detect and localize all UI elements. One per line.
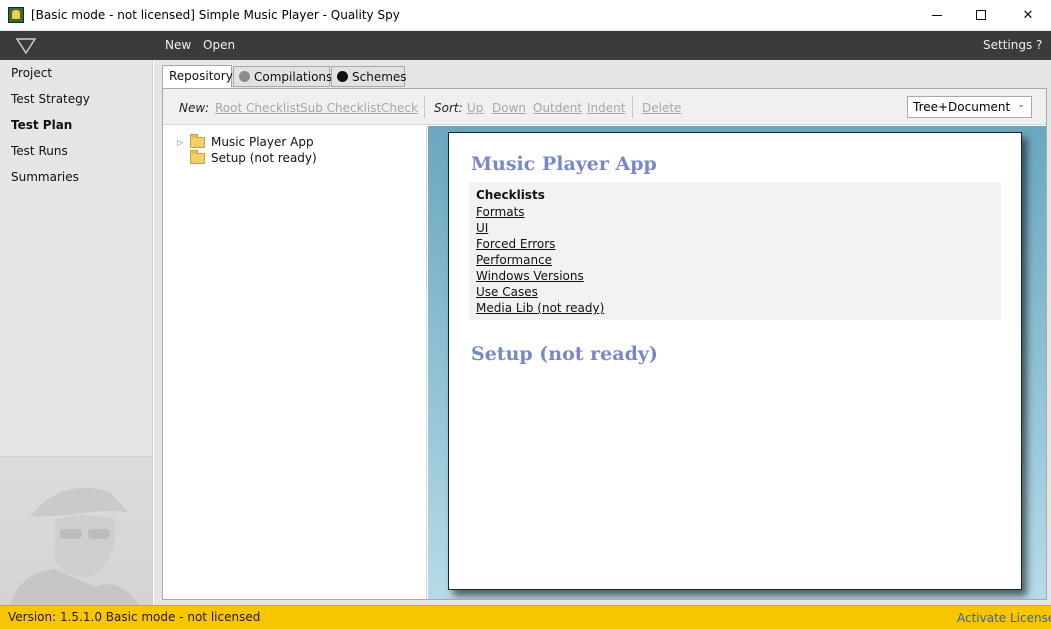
doc-link-use-cases[interactable]: Use Cases: [476, 284, 994, 300]
indent-button[interactable]: Indent: [587, 101, 625, 115]
view-mode-value: Tree+Document: [913, 100, 1011, 114]
compilations-dot-icon: [239, 71, 250, 82]
toolbar-new-label: New:: [179, 101, 210, 115]
tree-item[interactable]: Setup (not ready): [177, 149, 317, 166]
doc-link-ui[interactable]: UI: [476, 220, 994, 236]
close-icon: ✕: [1022, 7, 1034, 23]
doc-link-media-lib[interactable]: Media Lib (not ready): [476, 300, 994, 316]
logo-triangle-icon[interactable]: [16, 38, 36, 54]
toolbar-divider: [632, 96, 633, 118]
toolbar: New: Root Checklist Sub Checklist Check …: [163, 89, 1046, 125]
document-preview: Music Player App Checklists Formats UI F…: [428, 126, 1046, 599]
doc-link-performance[interactable]: Performance: [476, 252, 994, 268]
repository-panel: New: Root Checklist Sub Checklist Check …: [162, 88, 1047, 600]
root-checklist-button[interactable]: Root Checklist: [215, 101, 301, 115]
schemes-dot-icon: [337, 71, 348, 82]
sidebar-item-project[interactable]: Project: [11, 66, 52, 80]
sidebar-item-summaries[interactable]: Summaries: [11, 170, 79, 184]
minimize-icon: [932, 14, 942, 16]
title-bar: [Basic mode - not licensed] Simple Music…: [0, 0, 1051, 31]
menu-new[interactable]: New: [165, 38, 191, 52]
checklists-title: Checklists: [476, 188, 545, 202]
maximize-icon: [976, 10, 986, 20]
status-version-text: Version: 1.5.1.0 Basic mode - not licens…: [8, 610, 261, 624]
sidebar-item-test-strategy[interactable]: Test Strategy: [11, 92, 90, 106]
status-bar: Version: 1.5.1.0 Basic mode - not licens…: [0, 605, 1051, 629]
sidebar-item-test-runs[interactable]: Test Runs: [11, 144, 68, 158]
sidebar-item-test-plan[interactable]: Test Plan: [11, 118, 72, 132]
delete-button[interactable]: Delete: [642, 101, 681, 115]
menu-open[interactable]: Open: [203, 38, 235, 52]
main-area: Repository Compilations Schemes New: Roo…: [154, 60, 1051, 605]
sub-checklist-button[interactable]: Sub Checklist: [300, 101, 381, 115]
spy-mascot-icon: [10, 487, 140, 605]
folder-icon: [190, 133, 205, 148]
menu-settings[interactable]: Settings: [983, 38, 1032, 52]
window-title: [Basic mode - not licensed] Simple Music…: [31, 8, 400, 22]
tab-schemes-label: Schemes: [352, 70, 407, 84]
tree-item-label: Setup (not ready): [211, 151, 317, 165]
doc-link-formats[interactable]: Formats: [476, 204, 994, 220]
app-icon: [8, 7, 24, 23]
maximize-button[interactable]: [958, 0, 1004, 30]
doc-link-windows-versions[interactable]: Windows Versions: [476, 268, 994, 284]
tab-repository[interactable]: Repository: [162, 65, 233, 88]
tab-compilations-label: Compilations: [254, 70, 333, 84]
check-button[interactable]: Check: [381, 101, 418, 115]
expand-arrow-icon[interactable]: ▷: [177, 138, 190, 147]
outdent-button[interactable]: Outdent: [533, 101, 582, 115]
menu-help[interactable]: ?: [1036, 38, 1042, 52]
view-mode-select[interactable]: Tree+Document ⌄: [907, 96, 1032, 118]
doc-link-forced-errors[interactable]: Forced Errors: [476, 236, 994, 252]
minimize-button[interactable]: [914, 0, 960, 30]
checklist-tree: ▷ Music Player App Setup (not ready): [163, 126, 427, 599]
doc-heading-music-player[interactable]: Music Player App: [471, 153, 657, 175]
sidebar: Project Test Strategy Test Plan Test Run…: [0, 60, 153, 605]
close-button[interactable]: ✕: [1005, 0, 1051, 30]
up-button[interactable]: Up: [467, 101, 483, 115]
activate-license-link[interactable]: Activate License: [957, 611, 1051, 625]
toolbar-sort-label: Sort:: [434, 101, 463, 115]
doc-heading-setup[interactable]: Setup (not ready): [471, 343, 658, 365]
toolbar-divider: [424, 96, 425, 118]
spy-mascot-image: [0, 456, 152, 605]
checklists-box: Checklists Formats UI Forced Errors Perf…: [469, 182, 1001, 320]
tree-item-label: Music Player App: [211, 135, 314, 149]
chevron-down-icon: ⌄: [1017, 100, 1025, 110]
menubar: New Open Settings ?: [0, 31, 1051, 60]
document-page: Music Player App Checklists Formats UI F…: [448, 132, 1022, 590]
tree-item[interactable]: ▷ Music Player App: [177, 133, 314, 150]
tab-compilations[interactable]: Compilations: [233, 66, 333, 87]
folder-icon: [190, 149, 205, 164]
tab-schemes[interactable]: Schemes: [331, 66, 407, 87]
down-button[interactable]: Down: [492, 101, 526, 115]
